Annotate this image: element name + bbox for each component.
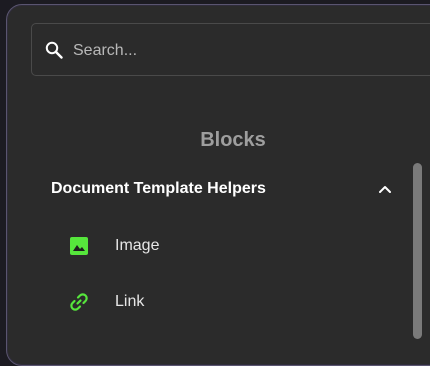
block-item-label: Image bbox=[115, 237, 160, 254]
block-item-label: Link bbox=[115, 293, 145, 310]
search-box[interactable] bbox=[31, 23, 430, 77]
link-icon bbox=[69, 292, 89, 312]
section-title: Blocks bbox=[200, 129, 266, 151]
chevron-up-icon[interactable] bbox=[376, 180, 394, 198]
search-icon bbox=[45, 41, 63, 59]
group-label: Document Template Helpers bbox=[51, 180, 266, 197]
group-header-document-template-helpers[interactable]: Document Template Helpers bbox=[51, 177, 401, 201]
search-input[interactable] bbox=[71, 24, 430, 77]
block-item-link[interactable]: Link bbox=[67, 286, 367, 318]
block-item-image[interactable]: Image bbox=[67, 230, 367, 262]
blocks-panel: Blocks Document Template Helpers Image bbox=[6, 4, 430, 366]
image-icon bbox=[69, 236, 89, 256]
scrollbar-thumb[interactable] bbox=[413, 163, 422, 339]
